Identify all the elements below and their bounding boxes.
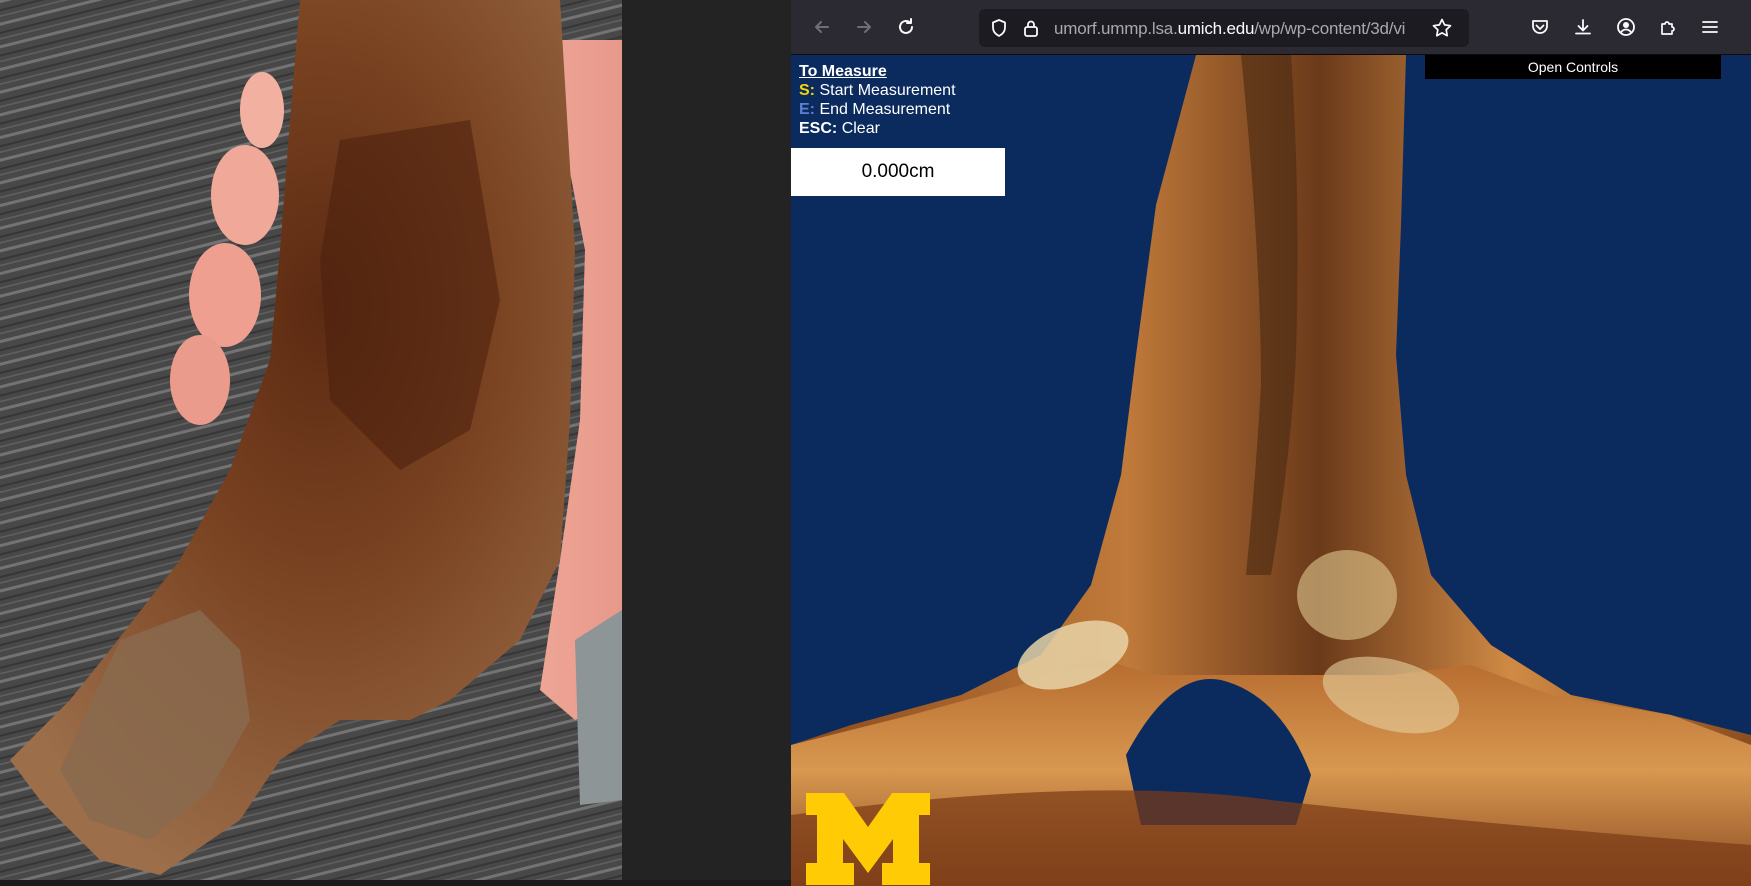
account-button[interactable] — [1611, 12, 1641, 42]
lock-icon[interactable] — [1021, 18, 1041, 38]
measure-instructions: To Measure S: Start Measurement E: End M… — [799, 62, 956, 138]
back-arrow-icon — [815, 21, 829, 33]
instruction-end: E: End Measurement — [799, 100, 956, 119]
bottom-edge-strip — [0, 880, 791, 886]
instruction-start: S: Start Measurement — [799, 81, 956, 100]
menu-button[interactable] — [1695, 12, 1725, 42]
url-domain: umich.edu — [1177, 19, 1255, 38]
instructions-title: To Measure — [799, 63, 887, 80]
fossil-photo — [0, 0, 622, 886]
url-suffix: /wp/wp-content/3d/vi — [1254, 19, 1406, 38]
3d-model-viewer[interactable]: To Measure S: Start Measurement E: End M… — [791, 55, 1751, 886]
forward-button[interactable] — [849, 12, 879, 42]
clear-label: Clear — [841, 120, 880, 137]
start-label: Start Measurement — [819, 82, 956, 99]
forward-arrow-icon — [857, 21, 871, 33]
reload-button[interactable] — [891, 12, 921, 42]
browser-toolbar: umorf.ummp.lsa.umich.edu/wp/wp-content/3… — [791, 0, 1751, 55]
pocket-icon — [1532, 20, 1548, 34]
browser-window: umorf.ummp.lsa.umich.edu/wp/wp-content/3… — [791, 0, 1751, 886]
open-controls-button[interactable]: Open Controls — [1425, 55, 1721, 79]
university-michigan-block-m-logo — [806, 793, 930, 885]
downloads-button[interactable] — [1568, 12, 1598, 42]
back-button[interactable] — [807, 12, 837, 42]
menu-icon — [1702, 21, 1718, 33]
measurement-readout: 0.000cm — [791, 148, 1005, 196]
instruction-clear: ESC: Clear — [799, 119, 956, 138]
account-icon — [1617, 18, 1635, 36]
url-text[interactable]: umorf.ummp.lsa.umich.edu/wp/wp-content/3… — [1054, 19, 1419, 39]
start-key: S: — [799, 82, 815, 99]
end-label: End Measurement — [819, 101, 951, 118]
url-prefix: umorf.ummp.lsa. — [1054, 19, 1178, 38]
dark-divider-area — [622, 0, 791, 886]
extensions-button[interactable] — [1653, 12, 1683, 42]
star-icon[interactable] — [1431, 17, 1453, 39]
url-bar[interactable]: umorf.ummp.lsa.umich.edu/wp/wp-content/3… — [979, 9, 1469, 47]
fossil-photo-image — [0, 0, 622, 886]
reload-icon — [899, 18, 913, 34]
shield-icon[interactable] — [989, 18, 1009, 38]
clear-key: ESC: — [799, 120, 838, 137]
end-key: E: — [799, 101, 815, 118]
pocket-button[interactable] — [1525, 12, 1555, 42]
extensions-icon — [1661, 21, 1675, 35]
download-icon — [1575, 19, 1591, 35]
